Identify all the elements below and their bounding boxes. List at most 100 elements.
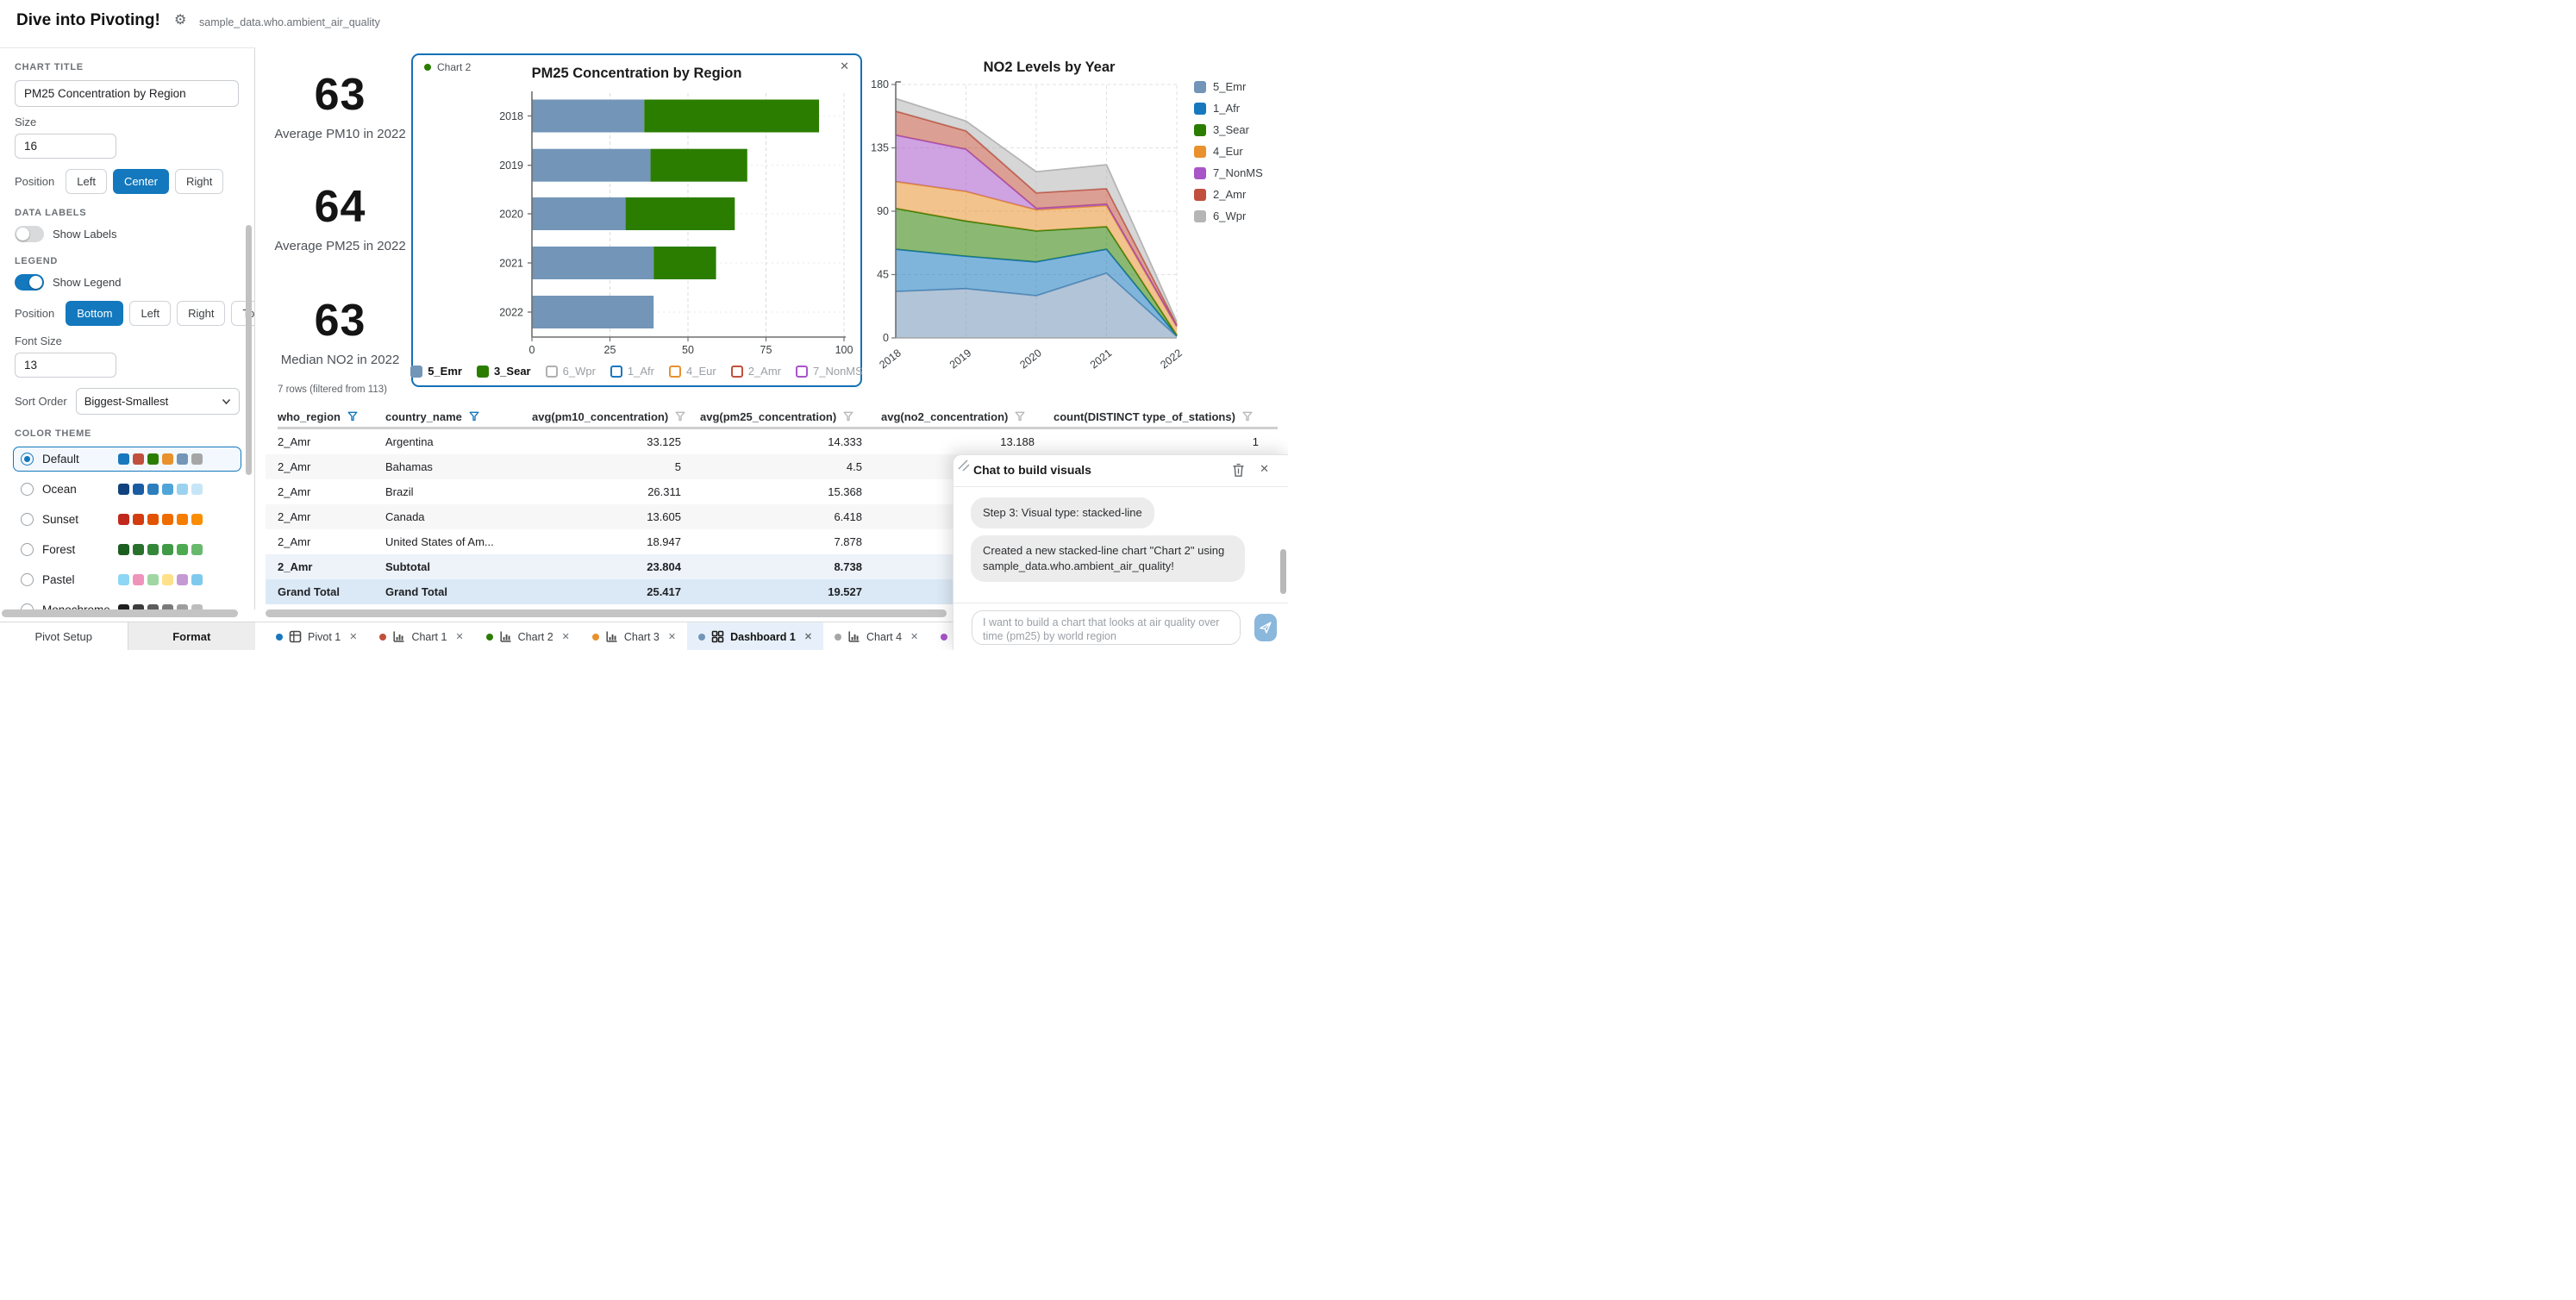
table-cell: 18.947 [532,535,700,548]
legend-item-6_Wpr[interactable]: 6_Wpr [546,365,596,378]
legend-item-1_Afr[interactable]: 1_Afr [610,365,654,378]
column-header-label: country_name [385,410,462,423]
show-legend-toggle[interactable] [15,274,44,291]
column-header[interactable]: avg(pm25_concentration) [700,407,881,426]
sidebar-vertical-scrollbar[interactable] [246,225,252,475]
column-header[interactable]: avg(no2_concentration) [881,407,1054,426]
color-swatch [147,484,159,495]
chat-scrollbar[interactable] [1280,549,1286,594]
theme-option-ocean[interactable]: Ocean [13,477,241,502]
stat-label: Average PM10 in 2022 [260,127,420,141]
tab-close-icon[interactable]: ✕ [562,631,570,642]
color-swatch [177,514,188,525]
workbook-tab-chart-1[interactable]: Chart 1✕ [368,622,474,650]
trash-icon[interactable] [1232,463,1245,478]
workbook-tab-chart-2[interactable]: Chart 2✕ [475,622,581,650]
main-horizontal-scrollbar[interactable] [266,609,947,617]
gear-icon[interactable]: ⚙ [174,14,186,28]
legend-item-6_Wpr[interactable]: 6_Wpr [1194,209,1263,222]
show-labels-label: Show Labels [53,228,116,241]
legend-item-4_Eur[interactable]: 4_Eur [669,365,716,378]
legend-item-3_Sear[interactable]: 3_Sear [1194,123,1263,136]
tab-pivot-setup[interactable]: Pivot Setup [0,622,128,650]
color-swatch [147,514,159,525]
chart-title-input[interactable]: PM25 Concentration by Region [15,80,239,107]
legend-label: 2_Amr [1213,188,1246,201]
legend-item-2_Amr[interactable]: 2_Amr [1194,188,1263,201]
legend-position-bottom-button[interactable]: Bottom [66,301,123,326]
filter-funnel-icon[interactable] [675,411,685,422]
chevron-down-icon [222,398,231,405]
legend-item-5_Emr[interactable]: 5_Emr [410,365,462,378]
dataset-breadcrumb[interactable]: sample_data.who.ambient_air_quality [199,16,380,28]
legend-label: 1_Afr [628,365,654,378]
tab-close-icon[interactable]: ✕ [910,631,918,642]
column-header[interactable]: country_name [385,407,532,426]
chat-input[interactable]: I want to build a chart that looks at ai… [972,610,1241,645]
chat-close-icon[interactable]: ✕ [1260,462,1269,476]
table-cell: 14.333 [700,435,881,448]
column-header-label: avg(no2_concentration) [881,410,1008,423]
legend-item-7_NonMS[interactable]: 7_NonMS [1194,166,1263,179]
workbook-tab-chart-3[interactable]: Chart 3✕ [581,622,687,650]
table-cell: 2_Amr [266,535,385,548]
workbook-tab-dashboard-1[interactable]: Dashboard 1✕ [687,622,823,650]
legend-item-2_Amr[interactable]: 2_Amr [731,365,781,378]
legend-position-right-button[interactable]: Right [177,301,225,326]
legend-item-4_Eur[interactable]: 4_Eur [1194,145,1263,158]
workbook-tab-pivot-1[interactable]: Pivot 1 ✕ [265,622,368,650]
theme-option-forest[interactable]: Forest [13,537,241,562]
sidebar-horizontal-scrollbar[interactable] [2,609,238,617]
tab-close-icon[interactable]: ✕ [668,631,676,642]
legend-item-1_Afr[interactable]: 1_Afr [1194,102,1263,115]
no2-chart-card[interactable]: NO2 Levels by Year 045901351802018201920… [868,54,1288,391]
legend-item-3_Sear[interactable]: 3_Sear [477,365,531,378]
sort-order-select[interactable]: Biggest-Smallest [76,388,240,415]
column-header[interactable]: who_region [278,407,385,426]
filter-funnel-icon[interactable] [1015,411,1025,422]
table-cell: 2_Amr [266,435,385,448]
stat-value: 63 [260,297,420,345]
title-position-center-button[interactable]: Center [113,169,169,194]
tab-label: Pivot 1 [308,631,341,643]
legend-swatch-icon [477,366,489,378]
chat-input-area: I want to build a chart that looks at ai… [953,603,1288,650]
filter-funnel-icon[interactable] [1242,411,1253,422]
chart2-panel[interactable]: Chart 2 ✕ PM25 Concentration by Region 2… [411,53,862,387]
theme-option-monochrome[interactable]: Monochrome [13,597,241,609]
title-position-left-button[interactable]: Left [66,169,107,194]
show-labels-toggle[interactable] [15,226,44,242]
theme-option-default[interactable]: Default [13,447,241,472]
column-header[interactable]: count(DISTINCT type_of_stations) [1054,407,1278,426]
filter-funnel-icon[interactable] [843,411,853,422]
legend-position-left-button[interactable]: Left [129,301,171,326]
column-header[interactable]: avg(pm10_concentration) [532,407,700,426]
chat-title: Chat to build visuals [973,463,1091,477]
title-size-input[interactable]: 16 [15,134,116,159]
table-cell: Brazil [385,485,532,498]
table-cell: 13.188 [881,435,1054,448]
tab-close-icon[interactable]: ✕ [349,631,357,642]
legend-item-7_NonMS[interactable]: 7_NonMS [796,365,863,378]
tab-close-icon[interactable]: ✕ [804,631,812,642]
legend-font-size-input[interactable]: 13 [15,353,116,378]
filter-funnel-icon[interactable] [469,411,479,422]
workbook-tab-chart-4[interactable]: Chart 4✕ [823,622,929,650]
tab-format[interactable]: Format [128,622,256,650]
tab-close-icon[interactable]: ✕ [455,631,463,642]
theme-option-pastel[interactable]: Pastel [13,567,241,592]
color-swatch [162,453,173,465]
svg-text:2018: 2018 [877,347,903,371]
legend-item-5_Emr[interactable]: 5_Emr [1194,80,1263,93]
legend-label: 6_Wpr [563,365,596,378]
theme-name: Pastel [42,573,118,586]
svg-text:135: 135 [871,142,889,154]
title-position-right-button[interactable]: Right [175,169,223,194]
color-swatch [118,544,129,555]
filter-funnel-icon[interactable] [347,411,358,422]
table-row[interactable]: 2_AmrArgentina33.12514.33313.1881 [266,429,1288,454]
title-position-label: Position [15,175,54,188]
table-cell: 1 [1054,435,1278,448]
theme-option-sunset[interactable]: Sunset [13,507,241,532]
send-button[interactable] [1254,614,1277,641]
